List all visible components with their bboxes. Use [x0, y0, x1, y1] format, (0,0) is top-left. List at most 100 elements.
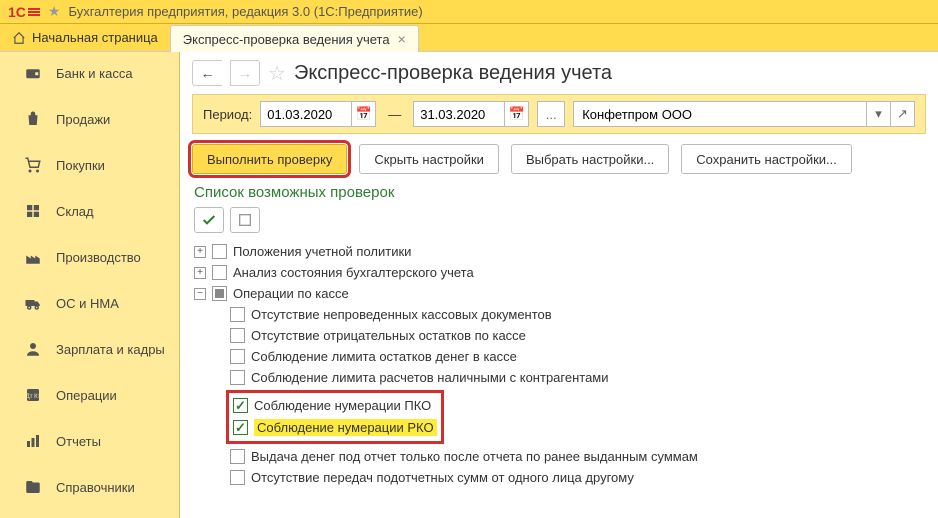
sidebar-item-purchases[interactable]: Покупки: [0, 148, 179, 182]
tree-label: Соблюдение нумерации ПКО: [254, 398, 431, 413]
period-picker-button[interactable]: ...: [537, 101, 565, 127]
select-settings-button[interactable]: Выбрать настройки...: [511, 144, 669, 174]
checkbox[interactable]: [230, 370, 245, 385]
checkbox[interactable]: [212, 244, 227, 259]
app-title: Бухгалтерия предприятия, редакция 3.0 (1…: [68, 4, 422, 19]
tree-item-cash[interactable]: − Операции по кассе: [194, 283, 924, 304]
org-field[interactable]: ▾ ↗: [573, 101, 915, 127]
favorites-icon[interactable]: ★: [48, 3, 61, 20]
sidebar-item-operations[interactable]: Дт Кт Операции: [0, 378, 179, 412]
factory-icon: [24, 248, 42, 266]
checkbox[interactable]: [230, 449, 245, 464]
tab-home[interactable]: Начальная страница: [0, 24, 170, 51]
calendar-icon[interactable]: 📅: [504, 102, 528, 126]
collapse-icon[interactable]: −: [194, 288, 206, 300]
sidebar-item-bank[interactable]: Банк и касса: [0, 56, 179, 90]
tree-item-cash-c5[interactable]: Соблюдение нумерации ПКО: [233, 395, 437, 416]
tree-label: Анализ состояния бухгалтерского учета: [233, 265, 474, 280]
checkbox[interactable]: [230, 328, 245, 343]
sidebar-item-label: Отчеты: [56, 434, 101, 449]
sidebar-item-label: Покупки: [56, 158, 105, 173]
org-input[interactable]: [574, 102, 866, 126]
tree-item-cash-c6[interactable]: Соблюдение нумерации РКО: [233, 416, 437, 439]
back-button[interactable]: ←: [192, 60, 222, 86]
tree-label: Отсутствие непроведенных кассовых докуме…: [251, 307, 552, 322]
sidebar-item-label: Операции: [56, 388, 117, 403]
tab-check-label: Экспресс-проверка ведения учета: [183, 32, 390, 47]
page-title: Экспресс-проверка ведения учета: [294, 62, 612, 85]
tree-label: Соблюдение лимита остатков денег в кассе: [251, 349, 517, 364]
date-from-input[interactable]: [261, 102, 351, 126]
chart-icon: [24, 432, 42, 450]
tree-item-cash-c1[interactable]: Отсутствие непроведенных кассовых докуме…: [194, 304, 924, 325]
sidebar-item-warehouse[interactable]: Склад: [0, 194, 179, 228]
sidebar-item-hr[interactable]: Зарплата и кадры: [0, 332, 179, 366]
sidebar-item-sales[interactable]: Продажи: [0, 102, 179, 136]
forward-button[interactable]: →: [230, 60, 260, 86]
hide-settings-button[interactable]: Скрыть настройки: [359, 144, 499, 174]
open-icon[interactable]: ↗: [890, 102, 914, 126]
logo-1c: 1C: [8, 4, 40, 20]
checkbox[interactable]: [230, 349, 245, 364]
check-icon: [201, 212, 217, 228]
tab-home-label: Начальная страница: [32, 30, 158, 45]
date-to-input[interactable]: [414, 102, 504, 126]
action-bar: Выполнить проверку Скрыть настройки Выбр…: [180, 134, 938, 184]
wallet-icon: [24, 64, 42, 82]
chevron-down-icon[interactable]: ▾: [866, 102, 890, 126]
uncheck-icon: [237, 212, 253, 228]
sidebar: Банк и касса Продажи Покупки Склад Произ…: [0, 52, 180, 518]
sidebar-item-label: ОС и НМА: [56, 296, 119, 311]
tree-item-cash-c7[interactable]: Выдача денег под отчет только после отче…: [194, 446, 924, 467]
tree-item-cash-c4[interactable]: Соблюдение лимита расчетов наличными с к…: [194, 367, 924, 388]
tab-close-icon[interactable]: ×: [398, 32, 406, 46]
period-dash: —: [384, 107, 405, 122]
home-icon: [12, 31, 26, 45]
sidebar-item-label: Банк и касса: [56, 66, 133, 81]
checkbox-checked[interactable]: [233, 398, 248, 413]
checkbox[interactable]: [230, 307, 245, 322]
sidebar-item-production[interactable]: Производство: [0, 240, 179, 274]
expand-icon[interactable]: +: [194, 267, 206, 279]
truck-icon: [24, 294, 42, 312]
sidebar-item-reports[interactable]: Отчеты: [0, 424, 179, 458]
sidebar-item-label: Склад: [56, 204, 94, 219]
checkbox-checked[interactable]: [233, 420, 248, 435]
tree-label: Операции по кассе: [233, 286, 349, 301]
checkbox[interactable]: [230, 470, 245, 485]
cart-icon: [24, 156, 42, 174]
tree-item-cash-c2[interactable]: Отсутствие отрицательных остатков по кас…: [194, 325, 924, 346]
tree-label: Выдача денег под отчет только после отче…: [251, 449, 698, 464]
sidebar-item-label: Зарплата и кадры: [56, 342, 165, 357]
sidebar-item-label: Производство: [56, 250, 141, 265]
uncheck-all-button[interactable]: [230, 207, 260, 233]
tree-label: Положения учетной политики: [233, 244, 411, 259]
sidebar-item-catalogs[interactable]: Справочники: [0, 470, 179, 504]
person-icon: [24, 340, 42, 358]
checkbox[interactable]: [212, 265, 227, 280]
tree-item-analysis[interactable]: + Анализ состояния бухгалтерского учета: [194, 262, 924, 283]
tree-label: Соблюдение нумерации РКО: [254, 419, 437, 436]
expand-icon[interactable]: +: [194, 246, 206, 258]
tree-item-cash-c8[interactable]: Отсутствие передач подотчетных сумм от о…: [194, 467, 924, 488]
star-icon[interactable]: ☆: [268, 61, 286, 86]
tree-item-policy[interactable]: + Положения учетной политики: [194, 241, 924, 262]
main-area: ← → ☆ Экспресс-проверка ведения учета Пе…: [180, 52, 938, 518]
save-settings-button[interactable]: Сохранить настройки...: [681, 144, 852, 174]
tree-label: Соблюдение лимита расчетов наличными с к…: [251, 370, 609, 385]
checklist-title: Список возможных проверок: [180, 184, 938, 207]
tab-express-check[interactable]: Экспресс-проверка ведения учета ×: [170, 25, 419, 52]
checkbox-partial[interactable]: [212, 286, 227, 301]
date-from-field[interactable]: 📅: [260, 101, 376, 127]
tree-label: Отсутствие отрицательных остатков по кас…: [251, 328, 526, 343]
journal-icon: Дт Кт: [24, 386, 42, 404]
title-bar: 1C ★ Бухгалтерия предприятия, редакция 3…: [0, 0, 938, 24]
date-to-field[interactable]: 📅: [413, 101, 529, 127]
tree-item-cash-c3[interactable]: Соблюдение лимита остатков денег в кассе: [194, 346, 924, 367]
calendar-icon[interactable]: 📅: [351, 102, 375, 126]
sidebar-item-assets[interactable]: ОС и НМА: [0, 286, 179, 320]
bag-icon: [24, 110, 42, 128]
check-all-button[interactable]: [194, 207, 224, 233]
run-check-button[interactable]: Выполнить проверку: [192, 144, 347, 174]
check-tree: + Положения учетной политики + Анализ со…: [180, 241, 938, 488]
